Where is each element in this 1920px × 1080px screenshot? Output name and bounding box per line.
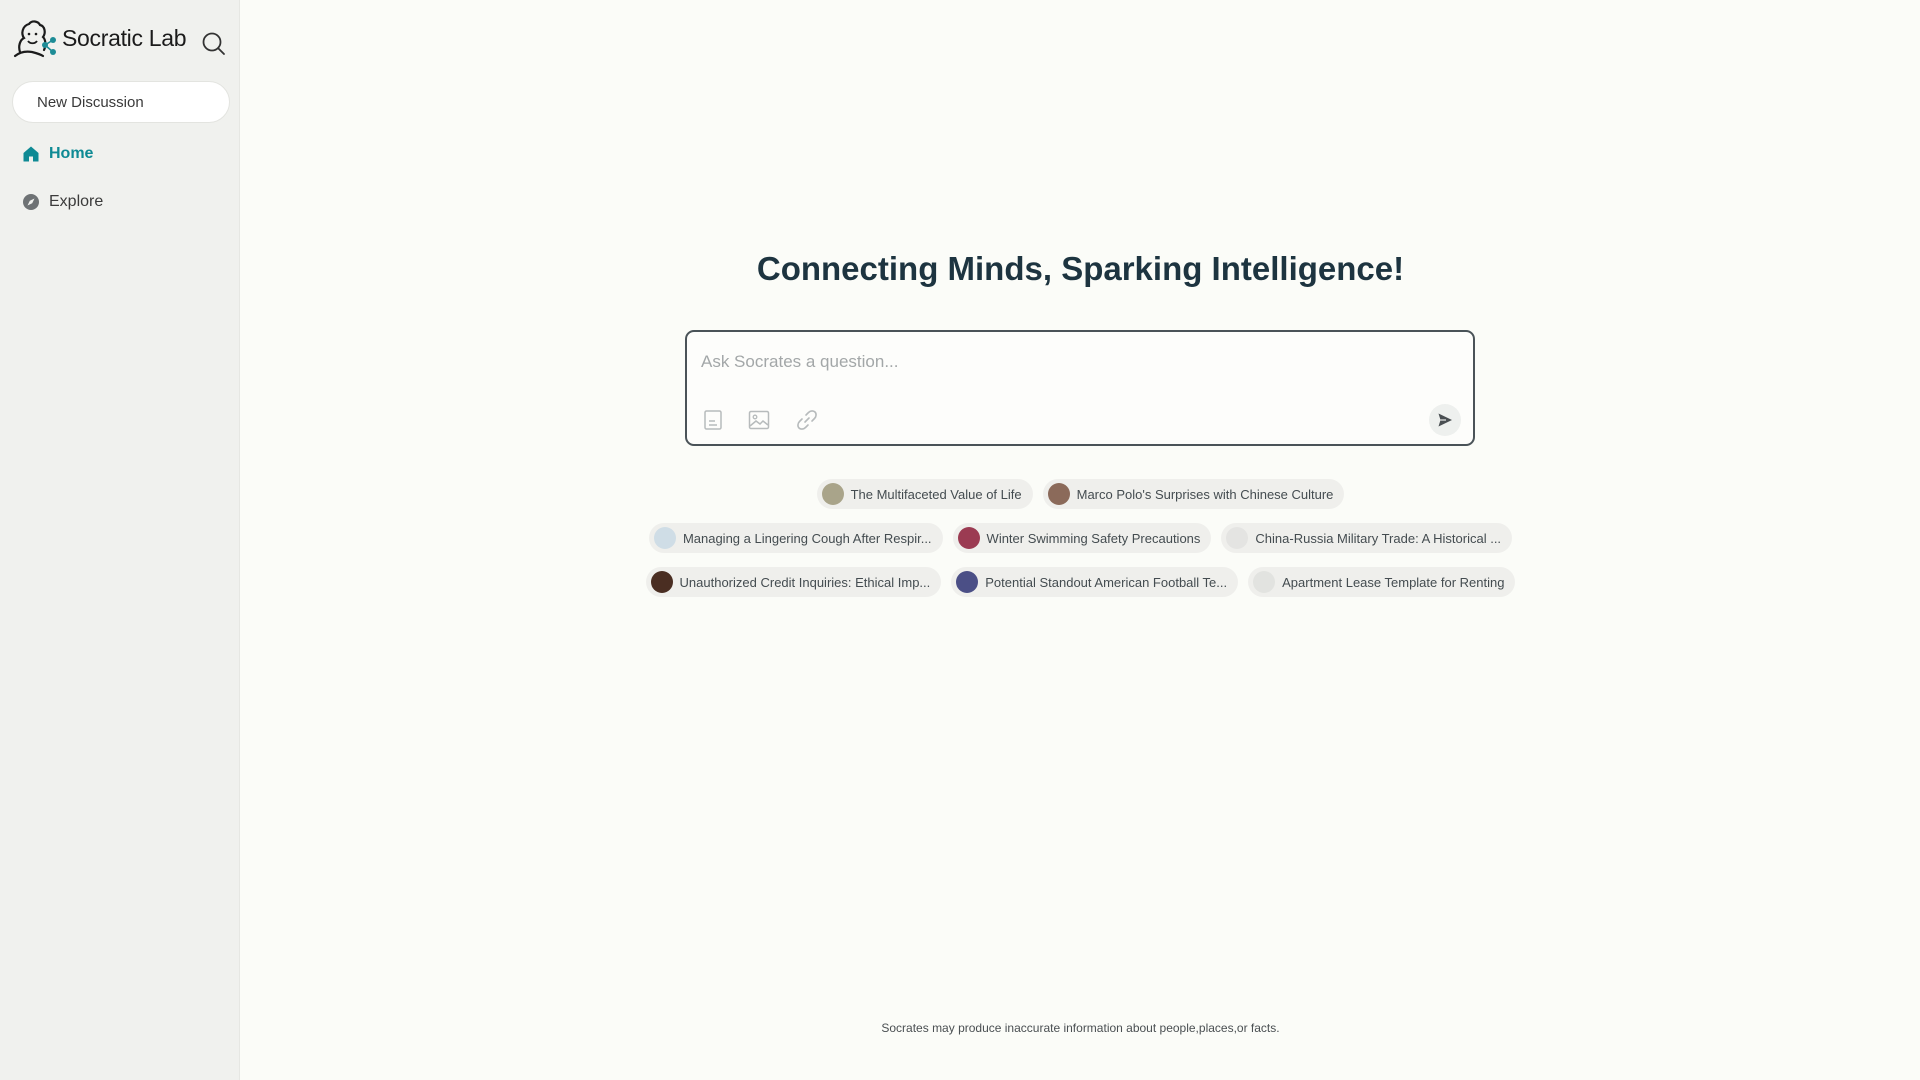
suggestion-label: China-Russia Military Trade: A Historica…: [1255, 530, 1502, 546]
send-button[interactable]: [1429, 404, 1461, 436]
sidebar-item-home[interactable]: Home: [22, 145, 93, 163]
compass-icon: [23, 194, 39, 210]
thumbnail-image: [957, 527, 980, 549]
thumbnail-image: [653, 527, 676, 549]
suggestion-chip[interactable]: China-Russia Military Trade: A Historica…: [1221, 523, 1513, 553]
document-icon[interactable]: [701, 408, 725, 432]
suggestion-chip[interactable]: Apartment Lease Template for Renting: [1248, 567, 1516, 597]
sidebar: Socratic Lab New Discussion Home Explore: [0, 0, 240, 1080]
suggestion-label: Unauthorized Credit Inquiries: Ethical I…: [679, 574, 931, 590]
hero-title: Connecting Minds, Sparking Intelligence!: [756, 250, 1405, 287]
suggestion-chip[interactable]: Winter Swimming Safety Precautions: [952, 523, 1212, 553]
main-content: Connecting Minds, Sparking Intelligence!: [241, 0, 1920, 1080]
brand[interactable]: Socratic Lab: [12, 18, 187, 58]
suggestion-label: Marco Polo's Surprises with Chinese Cult…: [1076, 486, 1334, 502]
new-discussion-button[interactable]: New Discussion: [12, 81, 230, 123]
suggestion-label: Apartment Lease Template for Renting: [1282, 574, 1505, 590]
suggestion-chip[interactable]: Unauthorized Credit Inquiries: Ethical I…: [645, 567, 942, 597]
link-icon[interactable]: [795, 408, 819, 432]
suggestion-chip[interactable]: Potential Standout American Football Te.…: [951, 567, 1239, 597]
thumbnail-image: [821, 483, 844, 505]
suggestion-label: Winter Swimming Safety Precautions: [986, 530, 1201, 546]
thumbnail-image: [1226, 527, 1249, 549]
suggestion-chip[interactable]: Marco Polo's Surprises with Chinese Cult…: [1042, 479, 1345, 509]
thumbnail-image: [1047, 483, 1070, 505]
ask-box: [685, 330, 1475, 446]
image-icon[interactable]: [747, 408, 771, 432]
sidebar-item-label: Explore: [49, 193, 104, 210]
search-icon[interactable]: [200, 30, 228, 58]
thumbnail-image: [956, 571, 979, 593]
home-icon: [23, 146, 39, 162]
suggestion-label: The Multifaceted Value of Life: [850, 486, 1022, 502]
socrates-bust-logo-icon: [13, 20, 56, 58]
send-icon: [1438, 413, 1452, 427]
suggestion-label: Potential Standout American Football Te.…: [985, 574, 1228, 590]
brand-name: Socratic Lab: [62, 24, 187, 51]
sidebar-item-explore[interactable]: Explore: [22, 193, 103, 211]
suggestion-label: Managing a Lingering Cough After Respir.…: [682, 530, 932, 546]
suggestion-row: Managing a Lingering Cough After Respir.…: [241, 523, 1920, 553]
suggestion-chip[interactable]: The Multifaceted Value of Life: [816, 479, 1033, 509]
disclaimer-text: Socrates may produce inaccurate informat…: [881, 1021, 1280, 1035]
thumbnail-image: [1253, 571, 1276, 593]
suggestion-row: Unauthorized Credit Inquiries: Ethical I…: [241, 567, 1920, 597]
thumbnail-image: [650, 571, 673, 593]
suggestion-chip[interactable]: Managing a Lingering Cough After Respir.…: [648, 523, 943, 553]
sidebar-item-label: Home: [49, 145, 94, 162]
ask-input[interactable]: [701, 348, 1441, 376]
suggestion-row: The Multifaceted Value of Life Marco Pol…: [241, 479, 1920, 509]
